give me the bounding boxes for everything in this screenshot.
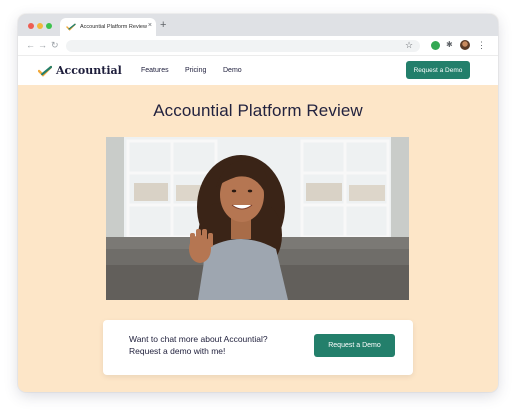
profile-avatar[interactable]: [460, 40, 470, 50]
page-title: Accountial Platform Review: [153, 101, 363, 120]
logo-check-icon: [38, 65, 52, 77]
reload-icon[interactable]: ↻: [51, 40, 59, 51]
hero-image: [106, 137, 409, 300]
minimize-window-button[interactable]: [37, 23, 43, 29]
tab-close-icon[interactable]: ×: [148, 21, 152, 31]
request-demo-button[interactable]: Request a Demo: [314, 334, 395, 357]
cta-line-1: Want to chat more about Accountial?: [129, 334, 268, 344]
demo-cta-card: Want to chat more about Accountial? Requ…: [103, 320, 413, 375]
site-header: Accountial Features Pricing Demo Request…: [18, 56, 498, 85]
bookmark-star-icon[interactable]: ☆: [405, 39, 413, 51]
close-window-button[interactable]: [28, 23, 34, 29]
address-bar[interactable]: [66, 40, 420, 52]
hero-photo: [106, 137, 409, 300]
browser-menu-icon[interactable]: ⋮: [477, 39, 486, 51]
tab-strip: Accountial Platform Review × +: [18, 14, 498, 36]
cta-message: Want to chat more about Accountial? Requ…: [129, 333, 299, 357]
browser-window: Accountial Platform Review × + ← → ↻ ☆ ✱…: [18, 14, 498, 392]
browser-toolbar: ← → ↻ ☆ ✱ ⋮: [18, 36, 498, 56]
header-request-demo-button[interactable]: Request a Demo: [406, 61, 470, 79]
back-icon[interactable]: ←: [26, 40, 35, 51]
new-tab-icon[interactable]: +: [160, 19, 166, 31]
forward-icon[interactable]: →: [38, 40, 47, 51]
site-logo[interactable]: Accountial: [38, 64, 122, 77]
nav-link-demo[interactable]: Demo: [223, 67, 242, 74]
nav-link-features[interactable]: Features: [141, 67, 169, 74]
maximize-window-button[interactable]: [46, 23, 52, 29]
nav-link-pricing[interactable]: Pricing: [185, 67, 206, 74]
browser-tab[interactable]: Accountial Platform Review ×: [60, 18, 156, 36]
cta-line-2: Request a demo with me!: [129, 346, 226, 356]
logo-text: Accountial: [56, 64, 122, 77]
extension-icon[interactable]: [431, 41, 440, 50]
favicon-icon: [66, 23, 76, 31]
extensions-puzzle-icon[interactable]: ✱: [446, 39, 453, 51]
tab-title: Accountial Platform Review: [80, 24, 147, 30]
